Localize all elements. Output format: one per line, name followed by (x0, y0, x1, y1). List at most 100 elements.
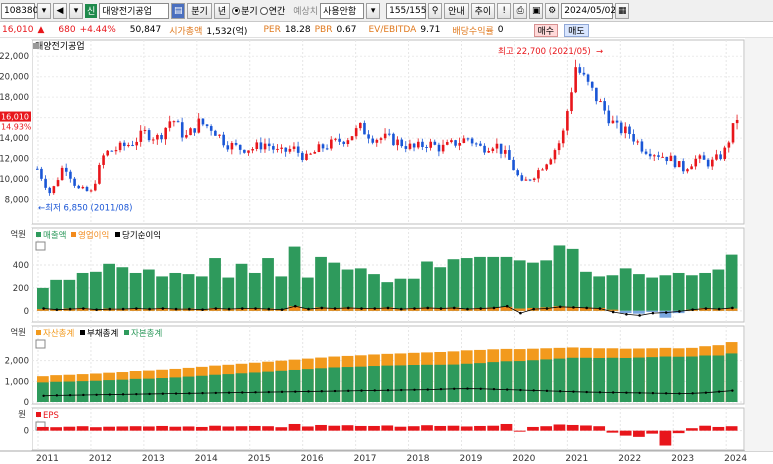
candle-body (578, 67, 582, 73)
net-income-point (280, 308, 284, 311)
candle-body (599, 101, 602, 103)
eps-bar (103, 426, 115, 431)
equity-bar (672, 356, 685, 402)
liabilities-point (227, 391, 231, 394)
net-income-point (532, 307, 535, 311)
candle-body (657, 155, 660, 157)
bar-y-tick: 200 (13, 284, 29, 294)
buy-button[interactable]: 매수 (533, 23, 559, 37)
guide-button[interactable]: 안내 (444, 2, 469, 19)
candle-body (470, 138, 474, 144)
settings-button[interactable]: ⚙ (545, 2, 560, 19)
candle-body (292, 146, 296, 149)
calendar-button[interactable]: ▦ (615, 2, 630, 19)
radio-quarter[interactable]: 분기 (232, 4, 258, 17)
eps-bar (606, 430, 619, 433)
candle-body (483, 145, 486, 153)
eps-bar (434, 425, 447, 431)
forecast-select[interactable]: 사용안함 (320, 2, 365, 19)
price-change: 680 (58, 25, 76, 35)
net-income-point (82, 307, 85, 310)
forecast-label: 예상치 (293, 7, 319, 17)
candle-body (60, 167, 64, 181)
equity-bar (156, 378, 168, 402)
liabilities-point (42, 394, 45, 397)
dividend-yield-value: 0 (497, 25, 504, 35)
equity-bar (513, 361, 526, 402)
chart-icon-button[interactable]: ▤ (171, 2, 186, 19)
add-button[interactable]: 추이 (470, 2, 496, 19)
candle-body (624, 126, 627, 134)
eps-bar (725, 426, 738, 431)
candle-body (541, 169, 544, 171)
candle-body (367, 134, 370, 139)
liabilities-point (466, 387, 469, 390)
net-income-point (333, 307, 337, 310)
prev-stock-button[interactable]: ▾ (69, 2, 83, 19)
eps-bar (315, 424, 327, 431)
equity-bar (209, 374, 221, 402)
speaker-button[interactable]: ◀ (53, 2, 67, 19)
forecast-dropdown-button[interactable]: ▾ (366, 2, 381, 19)
liabilities-point (360, 389, 363, 392)
liabilities-point (135, 392, 138, 396)
quarter-button[interactable]: 분기 (187, 2, 212, 19)
stock-name-field[interactable]: 대양전기공업 (99, 2, 170, 19)
net-income-point (572, 306, 575, 309)
candle-body (263, 143, 267, 150)
revenue-bar (341, 269, 354, 311)
date-field[interactable]: 2024/05/02 (561, 2, 616, 19)
unit-label: 원 (18, 410, 26, 420)
print-button[interactable]: ⎙ (513, 2, 528, 19)
candle-body (342, 141, 346, 145)
eps-bar (248, 425, 261, 431)
candle-body (458, 142, 461, 146)
net-income-point (439, 307, 443, 310)
revenue-bar (672, 272, 685, 311)
legend-square-icon (115, 232, 120, 237)
price-panel-title: 대양전기공업 (35, 41, 85, 52)
candle-body (301, 152, 304, 160)
eps-bar (89, 427, 102, 431)
eps-bar (619, 430, 632, 436)
candle-body (508, 150, 511, 160)
current-price: 16,010 (2, 25, 34, 35)
candle-body (590, 81, 594, 88)
candle-body (653, 155, 656, 157)
volume: 50,847 (129, 25, 162, 35)
eps-bar (487, 425, 500, 431)
candle-body (495, 143, 499, 149)
candle-body (359, 122, 362, 129)
candle-body (532, 178, 536, 180)
alert-button[interactable]: ! (497, 2, 512, 19)
equity-bar (182, 376, 195, 402)
equity-bar (686, 356, 698, 402)
candle-body (205, 124, 209, 127)
candle-body (267, 143, 271, 147)
net-income-point (413, 307, 416, 310)
zoom-button[interactable]: ⚲ (428, 2, 443, 19)
op-income-bar (500, 306, 513, 311)
revenue-bar (421, 261, 433, 311)
candle-body (98, 164, 101, 184)
revenue-bar (354, 268, 367, 311)
liabilities-point (479, 387, 482, 390)
market-cap: 1,532(억) (206, 26, 248, 37)
bar-y-tick: 0 (24, 307, 29, 317)
equity-bar (169, 377, 182, 402)
equity-bar (500, 361, 513, 402)
liabilities-point (95, 393, 98, 396)
year-button[interactable]: 년 (213, 2, 231, 19)
liabilities-point (426, 388, 429, 391)
stock-code-input[interactable]: 108380 (1, 2, 38, 19)
liabilities-point (333, 389, 337, 393)
net-income-point (174, 307, 178, 311)
candle-body (218, 134, 221, 136)
eps-bar (580, 425, 592, 431)
radio-year[interactable]: 연간 (259, 4, 285, 17)
code-dropdown-button[interactable]: ▾ (37, 2, 51, 19)
sell-button[interactable]: 매도 (564, 23, 589, 37)
candle-body (379, 138, 383, 140)
candle-body (690, 166, 693, 170)
save-button[interactable]: ▣ (529, 2, 544, 19)
